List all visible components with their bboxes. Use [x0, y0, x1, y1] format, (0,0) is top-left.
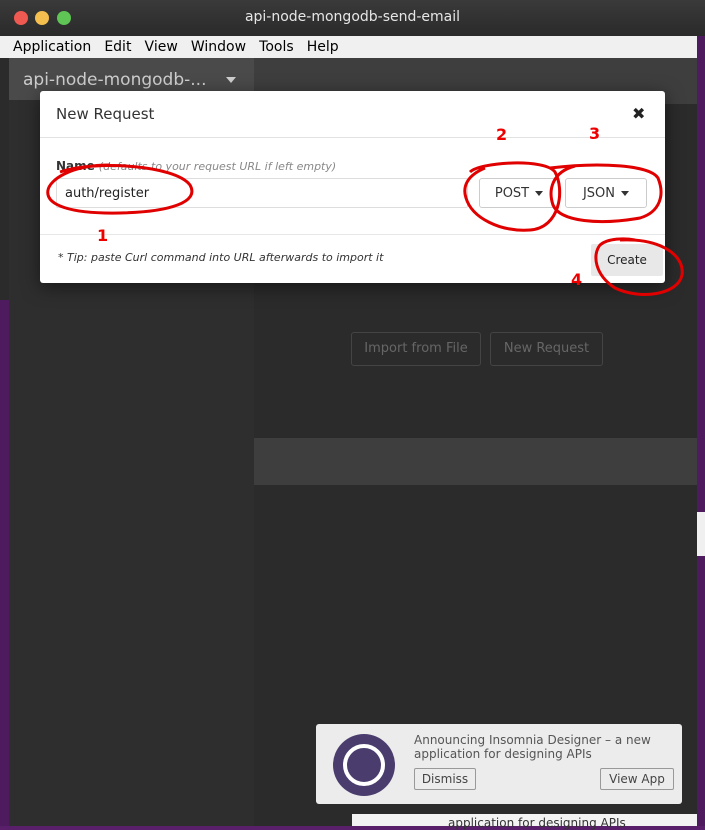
dismiss-button[interactable]: Dismiss: [414, 768, 476, 790]
announcement-toast: Announcing Insomnia Designer – a new app…: [316, 724, 682, 804]
app-window: api-node-mongodb-send-email Application …: [0, 0, 705, 830]
import-from-file-button[interactable]: Import from File: [351, 332, 481, 366]
annotation-label-4: 4: [571, 270, 583, 289]
response-header: [254, 438, 697, 485]
new-request-button[interactable]: New Request: [490, 332, 603, 366]
menu-application[interactable]: Application: [9, 38, 95, 56]
modal-divider: [40, 234, 665, 235]
method-value: POST: [494, 186, 530, 201]
workspace-name: api-node-mongodb-...: [23, 70, 207, 90]
desktop-edge: [697, 36, 705, 826]
close-icon[interactable]: ✖: [632, 104, 645, 123]
insomnia-logo-icon: [333, 734, 395, 796]
menu-edit[interactable]: Edit: [100, 38, 135, 56]
name-hint: (defaults to your request URL if left em…: [98, 160, 337, 173]
caret-down-icon: [621, 191, 630, 196]
menu-tools[interactable]: Tools: [255, 38, 298, 56]
modal-header: New Request ✖: [40, 91, 665, 138]
background-toast-text: application for designing APIs: [448, 816, 626, 830]
annotation-label-3: 3: [589, 124, 601, 143]
tip-text: * Tip: paste Curl command into URL after…: [58, 251, 384, 264]
body-type-dropdown[interactable]: JSON: [565, 178, 647, 208]
body-type-value: JSON: [582, 186, 616, 201]
create-button[interactable]: Create: [591, 244, 663, 276]
name-label: Name: [56, 159, 95, 173]
chevron-down-icon: [226, 77, 236, 83]
modal-title: New Request: [56, 105, 155, 123]
name-label-row: Name (defaults to your request URL if lef…: [56, 159, 336, 173]
toast-message: Announcing Insomnia Designer – a new app…: [414, 733, 651, 761]
annotation-label-2: 2: [496, 125, 508, 144]
menu-help[interactable]: Help: [303, 38, 343, 56]
menu-window[interactable]: Window: [187, 38, 250, 56]
method-dropdown[interactable]: POST: [479, 178, 559, 208]
desktop-edge-left: [0, 300, 9, 826]
menu-view[interactable]: View: [141, 38, 182, 56]
annotation-label-1: 1: [97, 226, 109, 245]
background-window-fragment: [697, 512, 705, 556]
caret-down-icon: [535, 191, 544, 196]
menu-bar: Application Edit View Window Tools Help: [0, 36, 705, 59]
window-title: api-node-mongodb-send-email: [244, 9, 461, 25]
view-app-button[interactable]: View App: [600, 768, 674, 790]
new-request-modal: New Request ✖ Name (defaults to your requ…: [40, 91, 665, 283]
request-name-input[interactable]: auth/register: [56, 178, 468, 208]
title-bar: api-node-mongodb-send-email: [0, 0, 705, 36]
